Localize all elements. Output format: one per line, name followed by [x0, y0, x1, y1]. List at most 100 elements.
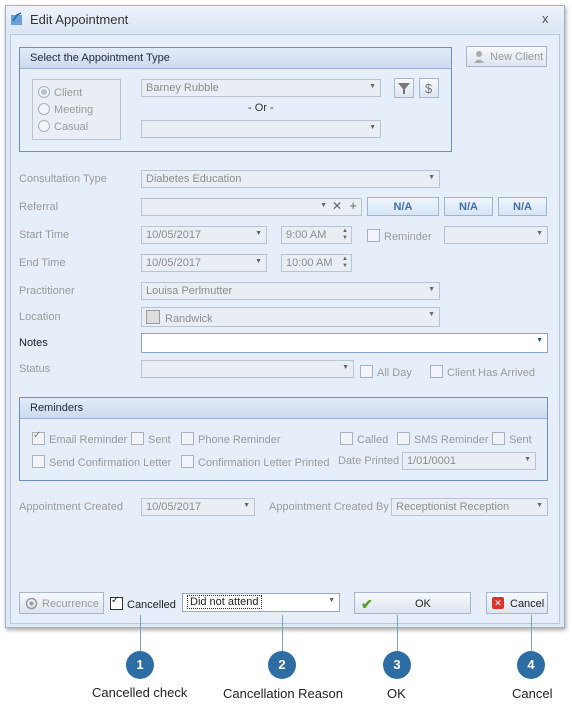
reminder-label: Reminder — [384, 231, 432, 243]
reminder-checkbox[interactable]: Reminder — [367, 229, 432, 243]
end-time-field[interactable]: 10:00 AM ▲ ▼ — [281, 254, 352, 272]
radio-meeting[interactable]: Meeting — [38, 103, 93, 116]
appointment-created-field[interactable]: 10/05/2017 ▼ — [141, 498, 255, 516]
email-sent-checkbox-icon — [131, 432, 144, 445]
close-icon[interactable]: x — [542, 11, 549, 26]
called-checkbox[interactable]: Called — [340, 432, 388, 446]
date-printed-value: 1/01/0001 — [407, 455, 456, 467]
callout-caption-3: OK — [387, 686, 406, 701]
reminder-select[interactable]: ▼ — [444, 226, 548, 244]
email-reminder-checkbox-icon — [32, 430, 45, 445]
location-label: Location — [19, 311, 61, 323]
cancellation-reason-select[interactable]: Did not attend ▼ — [182, 593, 340, 612]
created-by-label: Appointment Created By — [269, 501, 389, 513]
status-select[interactable]: ▼ — [141, 360, 354, 378]
or-separator: - Or - — [248, 102, 274, 114]
new-client-label: New Client — [490, 51, 544, 63]
phone-reminder-label: Phone Reminder — [198, 434, 281, 446]
referral-na-button-2[interactable]: N/A — [444, 197, 493, 216]
callout-badge-4: 4 — [517, 651, 545, 679]
email-sent-label: Sent — [148, 434, 171, 446]
practitioner-label: Practitioner — [19, 285, 75, 297]
chevron-down-icon: ▼ — [369, 83, 376, 90]
chevron-down-icon: ▼ — [328, 597, 335, 604]
callout-badge-2: 2 — [268, 651, 296, 679]
consultation-type-select[interactable]: Diabetes Education ▼ — [141, 170, 440, 188]
sms-reminder-checkbox[interactable]: SMS Reminder — [397, 432, 489, 446]
recurrence-button[interactable]: Recurrence — [19, 592, 104, 614]
practitioner-select[interactable]: Louisa Perlmutter ▼ — [141, 282, 440, 300]
client-arrived-checkbox[interactable]: Client Has Arrived — [430, 365, 535, 379]
send-confirmation-checkbox[interactable]: Send Confirmation Letter — [32, 455, 171, 469]
referral-na-button-1[interactable]: N/A — [367, 197, 439, 216]
sms-sent-label: Sent — [509, 434, 532, 446]
cancel-label: Cancel — [510, 598, 545, 610]
consultation-type-label: Consultation Type — [19, 173, 107, 185]
referral-label: Referral — [19, 201, 59, 213]
appointment-type-heading: Select the Appointment Type — [20, 48, 451, 69]
callout-caption-1: Cancelled check — [92, 685, 188, 700]
cancellation-reason-value: Did not attend — [187, 595, 262, 609]
end-date-value: 10/05/2017 — [146, 257, 202, 269]
notes-label: Notes — [19, 337, 48, 349]
callout-line-4 — [531, 615, 532, 651]
radio-client-label: Client — [54, 87, 83, 99]
cancel-button[interactable]: ✕ Cancel — [486, 592, 548, 614]
end-time-value: 10:00 AM — [286, 257, 333, 269]
location-color-swatch — [146, 310, 160, 324]
client-select[interactable]: Barney Rubble ▼ — [141, 79, 381, 97]
confirmation-printed-checkbox[interactable]: Confirmation Letter Printed — [181, 455, 329, 469]
checkmark-icon: ✔ — [361, 596, 373, 612]
notes-field[interactable]: ▼ — [141, 333, 548, 353]
radio-client-icon — [38, 86, 50, 98]
spinner-icon[interactable]: ▲ ▼ — [342, 256, 348, 270]
radio-casual[interactable]: Casual — [38, 120, 88, 133]
created-by-select[interactable]: Receptionist Reception ▼ — [391, 498, 548, 516]
all-day-label: All Day — [377, 367, 412, 379]
email-reminder-checkbox[interactable]: Email Reminder — [32, 430, 127, 446]
date-printed-field[interactable]: 1/01/0001 ▼ — [402, 452, 536, 470]
ok-button[interactable]: ✔ OK — [354, 592, 471, 614]
practitioner-value: Louisa Perlmutter — [146, 285, 233, 297]
filter-button[interactable] — [394, 78, 414, 98]
callout-caption-2: Cancellation Reason — [223, 686, 343, 701]
cancelled-checkbox[interactable]: Cancelled — [110, 595, 176, 611]
location-select[interactable]: Randwick ▼ — [141, 307, 440, 327]
add-icon[interactable]: + — [349, 198, 357, 213]
chevron-down-icon: ▼ — [243, 502, 250, 509]
spinner-icon[interactable]: ▲ ▼ — [342, 228, 348, 242]
radio-casual-label: Casual — [54, 121, 89, 133]
callout-badge-1: 1 — [126, 651, 154, 679]
recurrence-icon — [25, 597, 38, 613]
reminders-heading: Reminders — [20, 398, 547, 419]
client-select-value: Barney Rubble — [146, 82, 219, 94]
referral-select[interactable]: ▼ ✕ + — [141, 198, 362, 216]
status-label: Status — [19, 363, 51, 375]
client-arrived-label: Client Has Arrived — [447, 367, 536, 379]
radio-casual-icon — [38, 120, 50, 132]
all-day-checkbox[interactable]: All Day — [360, 365, 412, 379]
chevron-down-icon: ▼ — [369, 124, 376, 131]
date-printed-label: Date Printed — [338, 455, 400, 467]
new-client-button[interactable]: New Client — [466, 46, 547, 67]
start-time-field[interactable]: 9:00 AM ▲ ▼ — [281, 226, 352, 244]
phone-reminder-checkbox[interactable]: Phone Reminder — [181, 432, 281, 446]
callout-badge-3: 3 — [383, 651, 411, 679]
radio-client[interactable]: Client — [38, 86, 82, 99]
created-by-value: Receptionist Reception — [396, 501, 510, 513]
cancelled-label: Cancelled — [127, 599, 176, 611]
billing-button[interactable]: $ — [419, 78, 439, 98]
casual-select[interactable]: ▼ — [141, 120, 381, 138]
send-confirmation-label: Send Confirmation Letter — [49, 457, 172, 469]
end-date-field[interactable]: 10/05/2017 ▼ — [141, 254, 267, 272]
cancel-icon: ✕ — [492, 597, 504, 609]
email-sent-checkbox[interactable]: Sent — [131, 432, 171, 446]
chevron-down-icon: ▼ — [428, 286, 435, 293]
referral-na-button-3[interactable]: N/A — [498, 197, 547, 216]
start-date-field[interactable]: 10/05/2017 ▼ — [141, 226, 267, 244]
callout-line-3 — [397, 615, 398, 651]
sms-reminder-checkbox-icon — [397, 432, 410, 445]
clear-icon[interactable]: ✕ — [332, 199, 342, 213]
end-time-label: End Time — [19, 257, 66, 269]
sms-sent-checkbox[interactable]: Sent — [492, 432, 532, 446]
